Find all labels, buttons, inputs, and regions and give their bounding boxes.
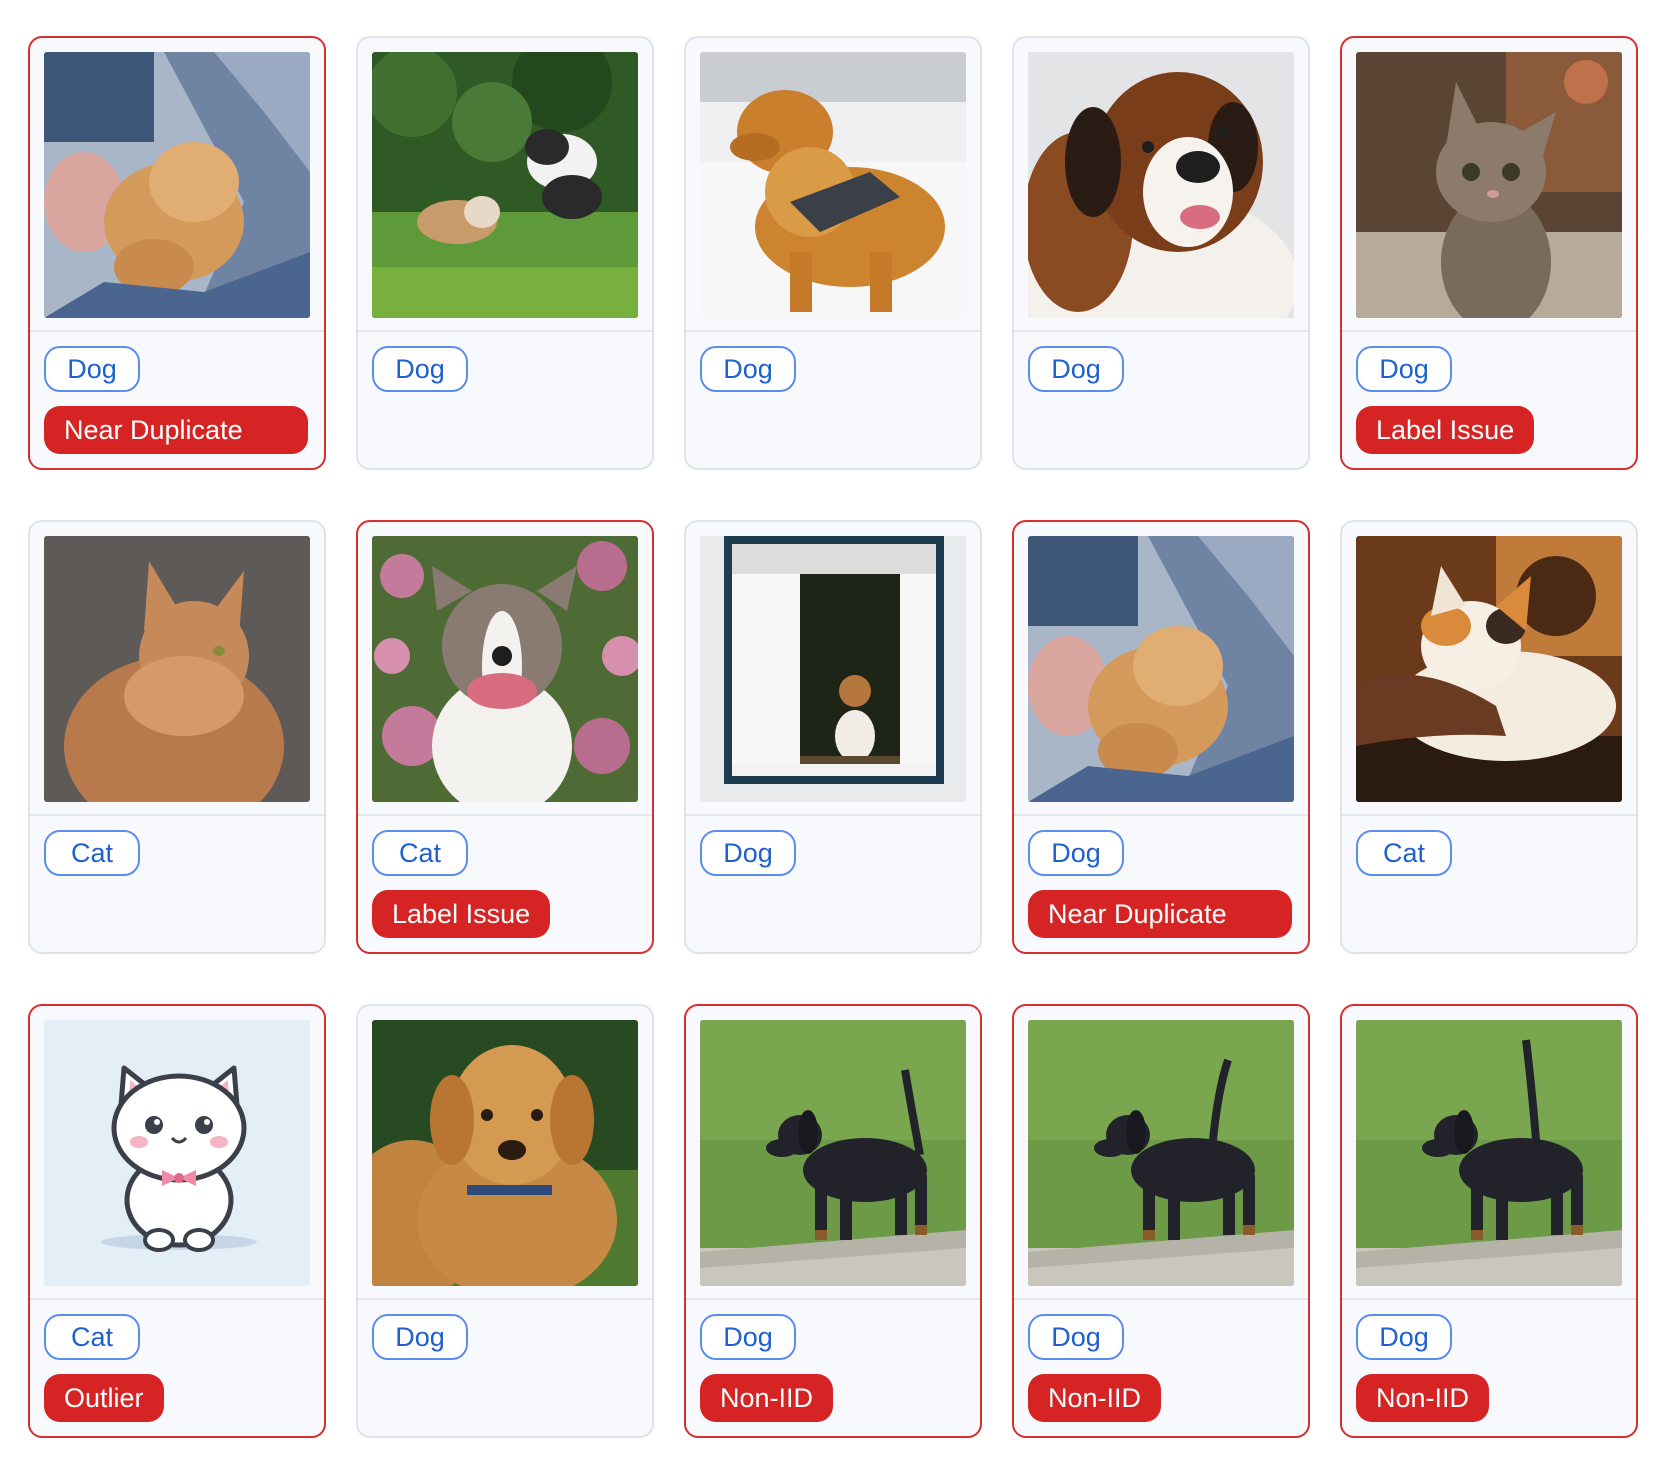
card-divider (30, 330, 324, 332)
image-card[interactable]: Dog Non-IID (1340, 1004, 1638, 1438)
class-label-chip: Dog (372, 1314, 468, 1360)
image-card[interactable]: Dog (1012, 36, 1310, 470)
calico-cat-being-petted-photo (1356, 536, 1622, 802)
beagle-in-window-photo (700, 536, 966, 802)
card-divider (686, 1298, 980, 1300)
golden-retriever-puppy-photo (372, 1020, 638, 1286)
image-card[interactable]: Cat (28, 520, 326, 954)
image-card[interactable]: Dog Near Duplicate (1012, 520, 1310, 954)
card-divider (1014, 814, 1308, 816)
card-divider (686, 330, 980, 332)
card-divider (358, 330, 652, 332)
puppy-held-in-arms-photo (1028, 536, 1294, 802)
dachshund-walking-on-grass-photo (1356, 1020, 1622, 1286)
card-divider (358, 1298, 652, 1300)
class-label-chip: Cat (1356, 830, 1452, 876)
dachshund-walking-on-grass-photo (700, 1020, 966, 1286)
class-label-chip: Dog (1356, 1314, 1452, 1360)
class-label-chip: Dog (1028, 1314, 1124, 1360)
image-card[interactable]: Dog Non-IID (684, 1004, 982, 1438)
class-label-chip: Dog (700, 830, 796, 876)
class-label-chip: Dog (44, 346, 140, 392)
image-card[interactable]: Dog Near Duplicate (28, 36, 326, 470)
dachshund-walking-on-grass-photo (1028, 1020, 1294, 1286)
issue-badge: Outlier (44, 1374, 164, 1422)
card-divider (1342, 1298, 1636, 1300)
card-divider (1342, 814, 1636, 816)
image-gallery-grid: Dog Near Duplicate Dog Dog Dog Dog Label… (28, 36, 1638, 1438)
image-card[interactable]: Dog Label Issue (1340, 36, 1638, 470)
orange-long-haired-cat-photo (44, 536, 310, 802)
class-label-chip: Cat (372, 830, 468, 876)
class-label-chip: Dog (1028, 830, 1124, 876)
class-label-chip: Dog (1356, 346, 1452, 392)
golden-retriever-in-snow-photo (700, 52, 966, 318)
image-card[interactable]: Dog (356, 36, 654, 470)
issue-badge: Non-IID (1028, 1374, 1162, 1422)
card-divider (1342, 330, 1636, 332)
issue-badge: Non-IID (1356, 1374, 1490, 1422)
class-label-chip: Cat (44, 830, 140, 876)
class-label-chip: Dog (700, 1314, 796, 1360)
card-divider (1014, 330, 1308, 332)
image-card[interactable]: Cat Label Issue (356, 520, 654, 954)
class-label-chip: Dog (1028, 346, 1124, 392)
image-card[interactable]: Cat Outlier (28, 1004, 326, 1438)
issue-badge: Label Issue (1356, 406, 1535, 454)
image-card[interactable]: Dog (684, 520, 982, 954)
issue-badge: Near Duplicate (44, 406, 308, 454)
puppy-held-in-arms-photo (44, 52, 310, 318)
image-card[interactable]: Dog Non-IID (1012, 1004, 1310, 1438)
cartoon-white-cat-illustration (44, 1020, 310, 1286)
tabby-kitten-photo (1356, 52, 1622, 318)
pitbull-in-flowers-photo (372, 536, 638, 802)
class-label-chip: Cat (44, 1314, 140, 1360)
card-divider (30, 814, 324, 816)
saint-bernard-portrait-photo (1028, 52, 1294, 318)
image-card[interactable]: Dog (356, 1004, 654, 1438)
issue-badge: Near Duplicate (1028, 890, 1292, 938)
card-divider (1014, 1298, 1308, 1300)
two-dogs-playing-on-grass-photo (372, 52, 638, 318)
image-card[interactable]: Dog (684, 36, 982, 470)
issue-badge: Label Issue (372, 890, 551, 938)
issue-badge: Non-IID (700, 1374, 834, 1422)
card-divider (358, 814, 652, 816)
image-card[interactable]: Cat (1340, 520, 1638, 954)
card-divider (686, 814, 980, 816)
class-label-chip: Dog (700, 346, 796, 392)
class-label-chip: Dog (372, 346, 468, 392)
card-divider (30, 1298, 324, 1300)
